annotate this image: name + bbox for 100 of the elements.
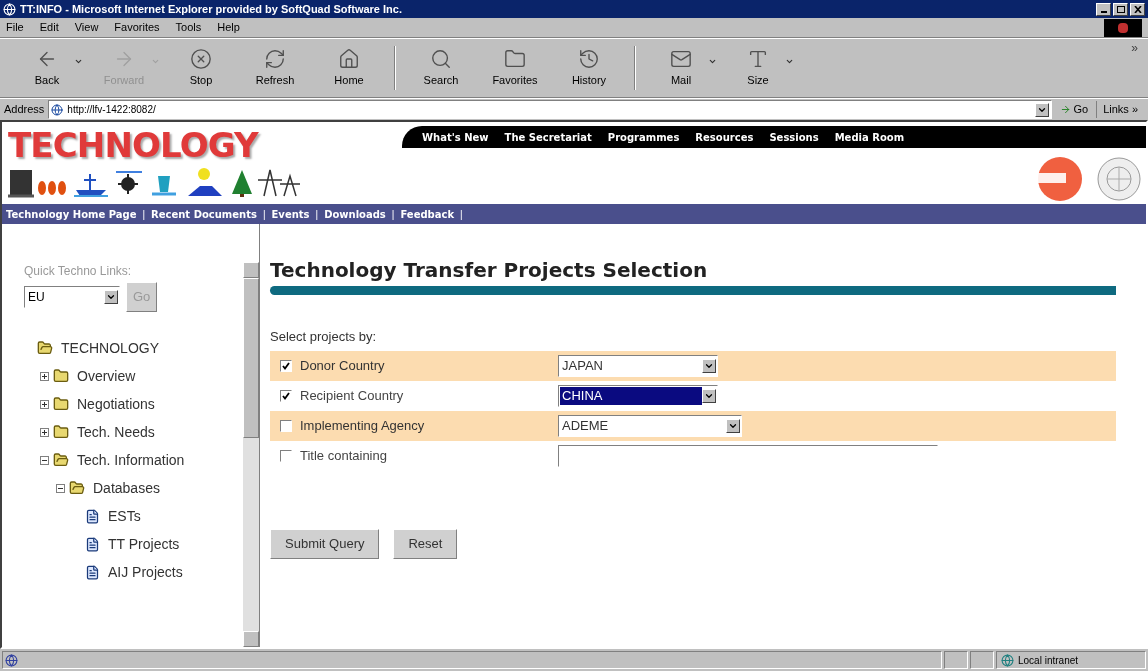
tree-item[interactable]: Overview: [77, 365, 136, 387]
nav-link[interactable]: Programmes: [607, 129, 680, 145]
document-icon: [85, 508, 100, 524]
page-heading: Technology Transfer Projects Selection: [270, 258, 709, 282]
checkbox[interactable]: [280, 419, 292, 432]
select-arrow-button[interactable]: [702, 388, 716, 403]
menu-item[interactable]: Favorites: [114, 19, 160, 36]
more-tools-text[interactable]: »: [1131, 39, 1138, 57]
nav-link[interactable]: Resources: [695, 129, 754, 145]
quick-links-select[interactable]: EU: [24, 286, 120, 308]
favorites-icon: [504, 47, 526, 70]
minimize-button[interactable]: [1096, 2, 1111, 16]
toolbar-button[interactable]: Favorites: [478, 47, 552, 89]
separator-text: |: [142, 207, 146, 222]
zone-pane: Local intranet: [996, 651, 1146, 669]
tree-item[interactable]: TT Projects: [108, 533, 180, 555]
emblem-logo: [1096, 156, 1142, 202]
maximize-icon: [1116, 5, 1125, 13]
tree-item[interactable]: ESTs: [108, 505, 141, 527]
scroll-thumb[interactable]: [243, 278, 259, 438]
criteria-label: Title containing: [300, 446, 388, 465]
expand-icon[interactable]: [40, 371, 49, 381]
go-button[interactable]: Go: [1056, 101, 1093, 118]
select-arrow-button[interactable]: [726, 418, 740, 433]
history-icon: [578, 47, 600, 70]
page-icon: [5, 653, 18, 667]
nav-link[interactable]: Downloads: [324, 206, 386, 222]
nav-link[interactable]: Recent Documents: [151, 206, 257, 222]
toolbar-button[interactable]: Stop: [164, 47, 238, 89]
toolbar-button[interactable]: Home: [312, 47, 386, 89]
expand-icon[interactable]: [40, 427, 49, 437]
address-label: Address: [4, 102, 45, 118]
menu-item[interactable]: View: [74, 19, 99, 36]
select-arrow-button[interactable]: [702, 358, 716, 373]
criteria-select[interactable]: ADEME: [558, 414, 742, 437]
separator-text: |: [391, 207, 395, 222]
page-icon: [51, 103, 64, 116]
tree-item[interactable]: Tech. Information: [77, 449, 185, 471]
tree-item[interactable]: AIJ Projects: [108, 561, 183, 583]
status-pane: [944, 651, 968, 669]
criteria-label: Recipient Country: [300, 386, 405, 405]
menu-item[interactable]: Edit: [39, 19, 59, 36]
address-field[interactable]: http://lfv-1422:8082/: [48, 100, 1053, 119]
expand-icon[interactable]: [40, 399, 49, 409]
toolbar-button[interactable]: Back: [10, 47, 84, 89]
maximize-button[interactable]: [1113, 2, 1128, 16]
go-arrow-icon: [1060, 104, 1072, 115]
criteria-select[interactable]: CHINA: [558, 384, 718, 407]
stop-icon: [190, 47, 212, 70]
toolbar-button[interactable]: Refresh: [238, 47, 312, 89]
close-icon: [1133, 5, 1142, 13]
criteria-select[interactable]: JAPAN: [558, 354, 718, 377]
nav-link[interactable]: What's New: [422, 129, 489, 145]
toolbar-button[interactable]: Search: [404, 47, 478, 89]
window-title: TT:INFO - Microsoft Internet Explorer provided by SoftQuad Software Inc.: [20, 1, 402, 17]
nav-link[interactable]: Events: [271, 206, 310, 222]
nav-link[interactable]: Media Room: [834, 129, 905, 145]
nav-link[interactable]: Technology Home Page: [6, 206, 137, 222]
status-pane: [970, 651, 994, 669]
select-arrow-button[interactable]: [104, 290, 118, 304]
site-logo: TECHNOLOGY: [8, 126, 260, 164]
close-button[interactable]: [1130, 2, 1145, 16]
toolbar-button[interactable]: Size: [721, 47, 795, 89]
toolbar-button[interactable]: Mail: [644, 47, 718, 89]
reset-button[interactable]: Reset: [393, 528, 458, 559]
tree-item[interactable]: Tech. Needs: [77, 421, 155, 443]
quick-links-label: Quick Techno Links:: [24, 263, 133, 280]
nav-link[interactable]: The Secretariat: [504, 129, 592, 145]
document-icon: [85, 564, 100, 580]
caret-icon: [106, 292, 116, 302]
browser-logo-icon: [1104, 18, 1142, 37]
collapse-icon[interactable]: [40, 455, 49, 465]
menu-item[interactable]: File: [6, 19, 24, 36]
intranet-icon: [1001, 653, 1014, 667]
links-button[interactable]: Links »: [1096, 101, 1144, 118]
form-prompt: Select projects by:: [270, 328, 378, 346]
tree-item[interactable]: TECHNOLOGY: [61, 337, 159, 359]
tree-item[interactable]: Negotiations: [77, 393, 155, 415]
checkbox[interactable]: [280, 359, 292, 372]
nav-link[interactable]: Feedback: [400, 206, 455, 222]
scroll-up-button[interactable]: [243, 262, 259, 278]
scroll-down-button[interactable]: [243, 631, 259, 647]
document-icon: [85, 536, 100, 552]
collapse-icon[interactable]: [56, 483, 65, 493]
menu-item[interactable]: Tools: [175, 19, 202, 36]
separator-text: |: [315, 207, 319, 222]
toolbar-button[interactable]: History: [552, 47, 626, 89]
criteria-label: Donor Country: [300, 356, 386, 375]
nav-link[interactable]: Sessions: [769, 129, 819, 145]
address-dropdown-button[interactable]: [1035, 102, 1050, 117]
refresh-icon: [264, 47, 286, 70]
menu-item[interactable]: Help: [217, 19, 240, 36]
separator-text: |: [262, 207, 266, 222]
submit-button[interactable]: Submit Query: [270, 528, 380, 559]
scrollbar[interactable]: [243, 262, 259, 647]
home-icon: [338, 47, 360, 70]
criteria-label: Implementing Agency: [300, 416, 426, 435]
separator-text: |: [460, 207, 463, 222]
search-icon: [430, 47, 452, 70]
tree-item[interactable]: Databases: [93, 477, 160, 499]
